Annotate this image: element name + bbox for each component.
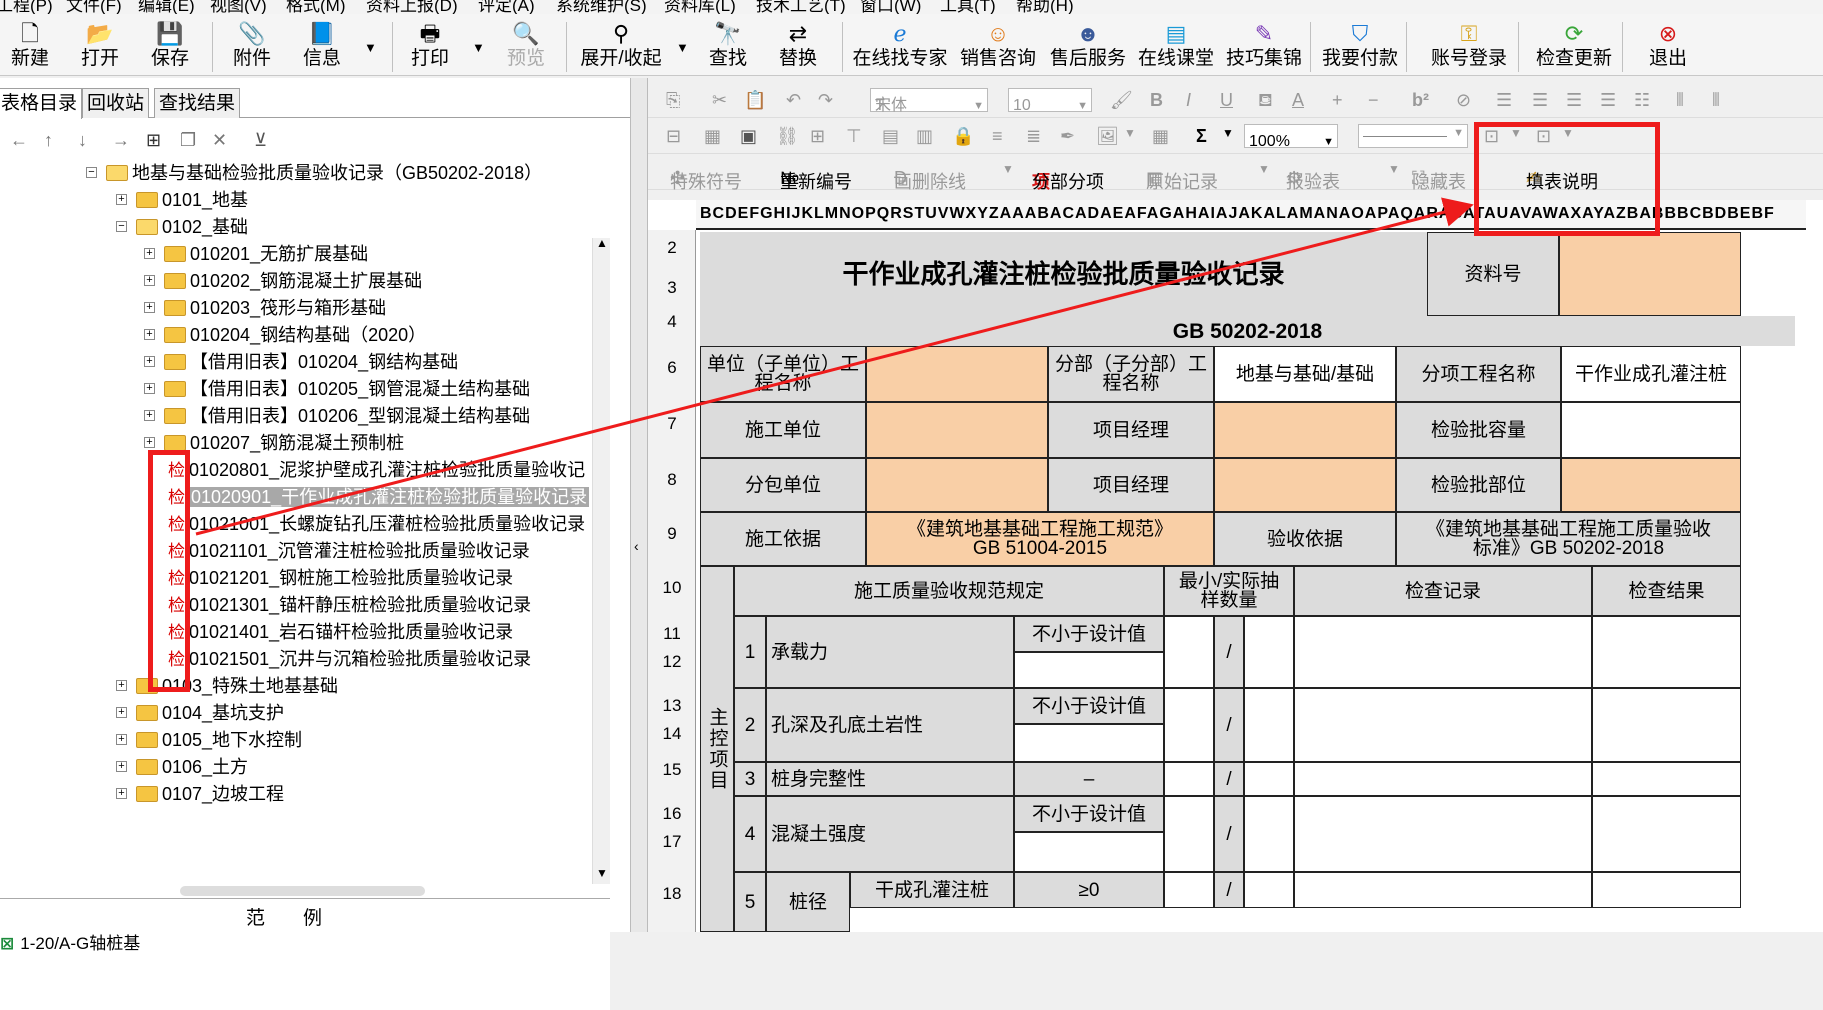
excel-icon: ⊠	[0, 934, 15, 953]
annotation-arrow-icon	[195, 197, 1474, 536]
legend-item[interactable]: ⊠ 1-20/A-G轴桩基	[0, 929, 140, 954]
